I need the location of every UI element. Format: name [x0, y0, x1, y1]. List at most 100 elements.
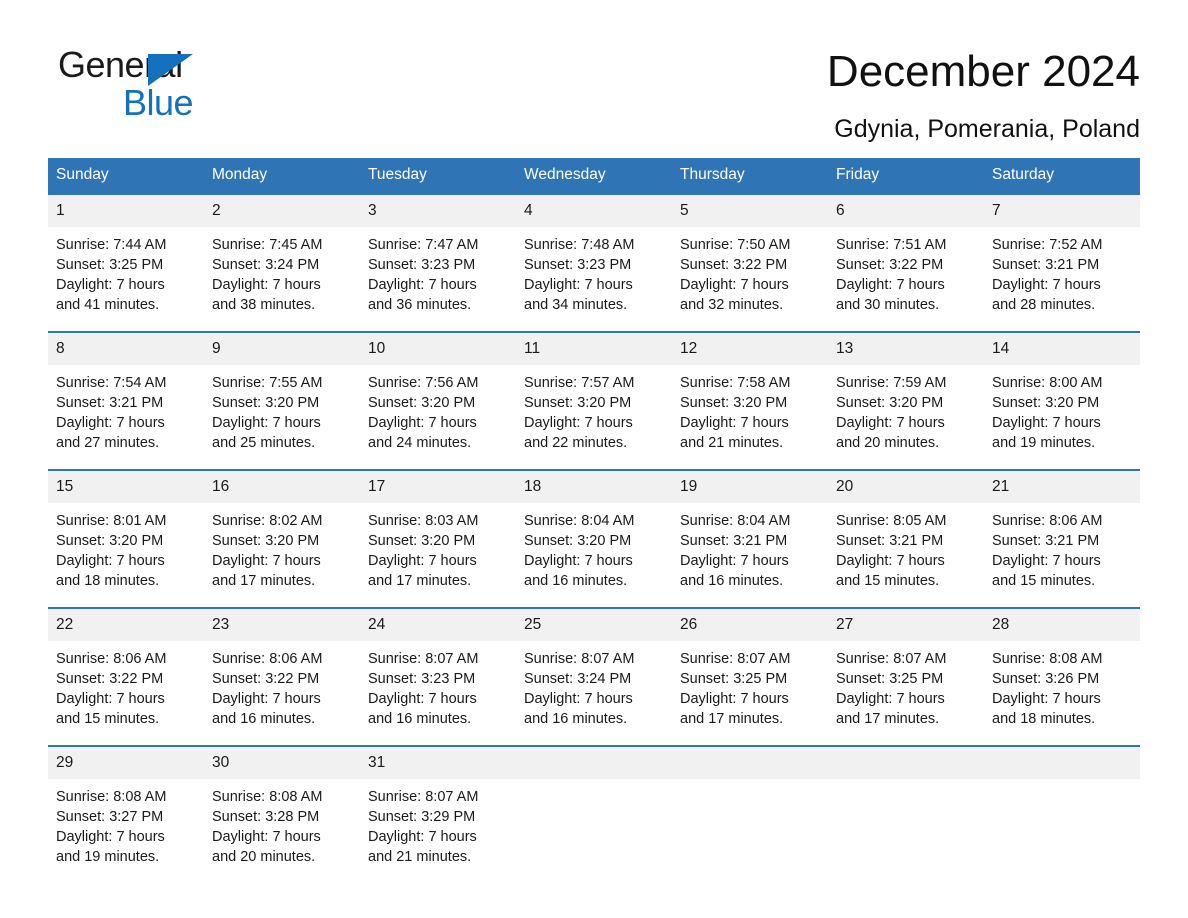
calendar-day-cell[interactable]: 16 Sunrise: 8:02 AM Sunset: 3:20 PM Dayligh… — [204, 469, 360, 608]
daylight-text-line1: Daylight: 7 hours — [212, 691, 321, 707]
calendar-day-cell[interactable]: 27 Sunrise: 8:07 AM Sunset: 3:25 PM Dayligh… — [828, 607, 984, 746]
day-details: Sunrise: 7:55 AM Sunset: 3:20 PM Daylight:… — [204, 365, 360, 469]
calendar-day-cell[interactable]: 3 Sunrise: 7:47 AM Sunset: 3:23 PM Daylight… — [360, 193, 516, 332]
day-details: Sunrise: 8:06 AM Sunset: 3:22 PM Daylight:… — [204, 641, 360, 745]
calendar-day-cell[interactable]: 7 Sunrise: 7:52 AM Sunset: 3:21 PM Daylight… — [984, 193, 1140, 332]
calendar-day-cell[interactable]: 22 Sunrise: 8:06 AM Sunset: 3:22 PM Dayligh… — [48, 607, 204, 746]
calendar-day-cell[interactable]: 5 Sunrise: 7:50 AM Sunset: 3:22 PM Daylight… — [672, 193, 828, 332]
sunset-text: Sunset: 3:24 PM — [524, 671, 632, 687]
sunset-text: Sunset: 3:28 PM — [212, 809, 320, 825]
day-number: 15 — [48, 471, 204, 503]
calendar-day-cell[interactable]: 10 Sunrise: 7:56 AM Sunset: 3:20 PM Dayligh… — [360, 331, 516, 470]
daylight-text-line1: Daylight: 7 hours — [836, 415, 945, 431]
day-details: Sunrise: 8:07 AM Sunset: 3:25 PM Daylight:… — [828, 641, 984, 745]
daylight-text-line2: and 19 minutes. — [56, 849, 160, 865]
day-details: Sunrise: 8:07 AM Sunset: 3:24 PM Daylight:… — [516, 641, 672, 745]
calendar-day-cell-empty — [672, 745, 828, 883]
calendar-day-cell-empty — [828, 745, 984, 883]
daylight-text-line2: and 36 minutes. — [368, 297, 472, 313]
generalblue-logo[interactable]: General Blue — [48, 44, 238, 130]
weekday-header-sunday: Sunday — [48, 158, 204, 194]
calendar-day-cell[interactable]: 13 Sunrise: 7:59 AM Sunset: 3:20 PM Dayligh… — [828, 331, 984, 470]
calendar-day-cell[interactable]: 12 Sunrise: 7:58 AM Sunset: 3:20 PM Dayligh… — [672, 331, 828, 470]
daylight-text-line1: Daylight: 7 hours — [368, 277, 477, 293]
calendar-day-cell[interactable]: 26 Sunrise: 8:07 AM Sunset: 3:25 PM Dayligh… — [672, 607, 828, 746]
calendar-day-cell[interactable]: 23 Sunrise: 8:06 AM Sunset: 3:22 PM Dayligh… — [204, 607, 360, 746]
calendar-day-cell[interactable]: 24 Sunrise: 8:07 AM Sunset: 3:23 PM Dayligh… — [360, 607, 516, 746]
location-subtitle: Gdynia, Pomerania, Poland — [834, 115, 1140, 143]
calendar-day-cell[interactable]: 18 Sunrise: 8:04 AM Sunset: 3:20 PM Dayligh… — [516, 469, 672, 608]
calendar-day-cell[interactable]: 20 Sunrise: 8:05 AM Sunset: 3:21 PM Dayligh… — [828, 469, 984, 608]
calendar-day-cell[interactable]: 25 Sunrise: 8:07 AM Sunset: 3:24 PM Dayligh… — [516, 607, 672, 746]
day-number: 27 — [828, 609, 984, 641]
day-number: 24 — [360, 609, 516, 641]
day-details: Sunrise: 8:06 AM Sunset: 3:22 PM Daylight:… — [48, 641, 204, 745]
daylight-text-line2: and 38 minutes. — [212, 297, 316, 313]
sunset-text: Sunset: 3:25 PM — [836, 671, 944, 687]
daylight-text-line2: and 20 minutes. — [836, 435, 940, 451]
sunset-text: Sunset: 3:20 PM — [212, 533, 320, 549]
day-details — [516, 779, 672, 863]
day-number — [672, 747, 828, 779]
day-details: Sunrise: 7:45 AM Sunset: 3:24 PM Daylight:… — [204, 227, 360, 331]
daylight-text-line1: Daylight: 7 hours — [212, 277, 321, 293]
weekday-header-wednesday: Wednesday — [516, 158, 672, 194]
weekday-header-saturday: Saturday — [984, 158, 1140, 194]
weekday-header-tuesday: Tuesday — [360, 158, 516, 194]
daylight-text-line2: and 30 minutes. — [836, 297, 940, 313]
day-number: 19 — [672, 471, 828, 503]
day-number: 5 — [672, 195, 828, 227]
calendar-day-cell[interactable]: 19 Sunrise: 8:04 AM Sunset: 3:21 PM Dayligh… — [672, 469, 828, 608]
day-number: 23 — [204, 609, 360, 641]
sunset-text: Sunset: 3:21 PM — [992, 533, 1100, 549]
day-details: Sunrise: 8:08 AM Sunset: 3:27 PM Daylight:… — [48, 779, 204, 883]
sunrise-text: Sunrise: 7:55 AM — [212, 375, 323, 391]
calendar-day-cell[interactable]: 11 Sunrise: 7:57 AM Sunset: 3:20 PM Dayligh… — [516, 331, 672, 470]
sunset-text: Sunset: 3:20 PM — [56, 533, 164, 549]
sunrise-text: Sunrise: 8:04 AM — [524, 513, 635, 529]
calendar-day-cell[interactable]: 4 Sunrise: 7:48 AM Sunset: 3:23 PM Daylight… — [516, 193, 672, 332]
sunset-text: Sunset: 3:25 PM — [56, 257, 164, 273]
daylight-text-line1: Daylight: 7 hours — [680, 277, 789, 293]
calendar-day-cell[interactable]: 29 Sunrise: 8:08 AM Sunset: 3:27 PM Dayligh… — [48, 745, 204, 883]
day-number: 29 — [48, 747, 204, 779]
calendar-day-cell[interactable]: 31 Sunrise: 8:07 AM Sunset: 3:29 PM Dayligh… — [360, 745, 516, 883]
daylight-text-line1: Daylight: 7 hours — [56, 553, 165, 569]
calendar-week-row: 8 Sunrise: 7:54 AM Sunset: 3:21 PM Daylight… — [48, 331, 1140, 470]
calendar-day-cell[interactable]: 2 Sunrise: 7:45 AM Sunset: 3:24 PM Daylight… — [204, 193, 360, 332]
calendar-day-cell[interactable]: 8 Sunrise: 7:54 AM Sunset: 3:21 PM Daylight… — [48, 331, 204, 470]
calendar-day-cell[interactable]: 6 Sunrise: 7:51 AM Sunset: 3:22 PM Daylight… — [828, 193, 984, 332]
calendar-day-cell[interactable]: 28 Sunrise: 8:08 AM Sunset: 3:26 PM Dayligh… — [984, 607, 1140, 746]
calendar-day-cell[interactable]: 15 Sunrise: 8:01 AM Sunset: 3:20 PM Dayligh… — [48, 469, 204, 608]
daylight-text-line2: and 16 minutes. — [524, 711, 628, 727]
sunset-text: Sunset: 3:21 PM — [836, 533, 944, 549]
calendar-day-cell[interactable]: 30 Sunrise: 8:08 AM Sunset: 3:28 PM Dayligh… — [204, 745, 360, 883]
sunset-text: Sunset: 3:21 PM — [680, 533, 788, 549]
sunrise-text: Sunrise: 8:08 AM — [992, 651, 1103, 667]
calendar-day-cell[interactable]: 21 Sunrise: 8:06 AM Sunset: 3:21 PM Dayligh… — [984, 469, 1140, 608]
day-number: 30 — [204, 747, 360, 779]
day-details: Sunrise: 8:04 AM Sunset: 3:21 PM Daylight:… — [672, 503, 828, 607]
calendar-day-cell[interactable]: 1 Sunrise: 7:44 AM Sunset: 3:25 PM Daylight… — [48, 193, 204, 332]
weekday-header-row: Sunday Monday Tuesday Wednesday Thursday… — [48, 158, 1140, 194]
day-details — [672, 779, 828, 863]
weekday-header-thursday: Thursday — [672, 158, 828, 194]
daylight-text-line1: Daylight: 7 hours — [368, 829, 477, 845]
day-details: Sunrise: 8:02 AM Sunset: 3:20 PM Daylight:… — [204, 503, 360, 607]
daylight-text-line2: and 17 minutes. — [836, 711, 940, 727]
sunset-text: Sunset: 3:22 PM — [212, 671, 320, 687]
daylight-text-line2: and 16 minutes. — [524, 573, 628, 589]
calendar-day-cell[interactable]: 14 Sunrise: 8:00 AM Sunset: 3:20 PM Dayligh… — [984, 331, 1140, 470]
daylight-text-line1: Daylight: 7 hours — [836, 553, 945, 569]
daylight-text-line2: and 22 minutes. — [524, 435, 628, 451]
daylight-text-line2: and 16 minutes. — [368, 711, 472, 727]
sunset-text: Sunset: 3:20 PM — [212, 395, 320, 411]
day-details: Sunrise: 8:05 AM Sunset: 3:21 PM Daylight:… — [828, 503, 984, 607]
calendar-day-cell[interactable]: 17 Sunrise: 8:03 AM Sunset: 3:20 PM Dayligh… — [360, 469, 516, 608]
daylight-text-line1: Daylight: 7 hours — [212, 553, 321, 569]
day-details: Sunrise: 7:47 AM Sunset: 3:23 PM Daylight:… — [360, 227, 516, 331]
day-details: Sunrise: 7:59 AM Sunset: 3:20 PM Daylight:… — [828, 365, 984, 469]
calendar-day-cell[interactable]: 9 Sunrise: 7:55 AM Sunset: 3:20 PM Daylight… — [204, 331, 360, 470]
sunrise-text: Sunrise: 8:08 AM — [56, 789, 167, 805]
daylight-text-line1: Daylight: 7 hours — [680, 691, 789, 707]
